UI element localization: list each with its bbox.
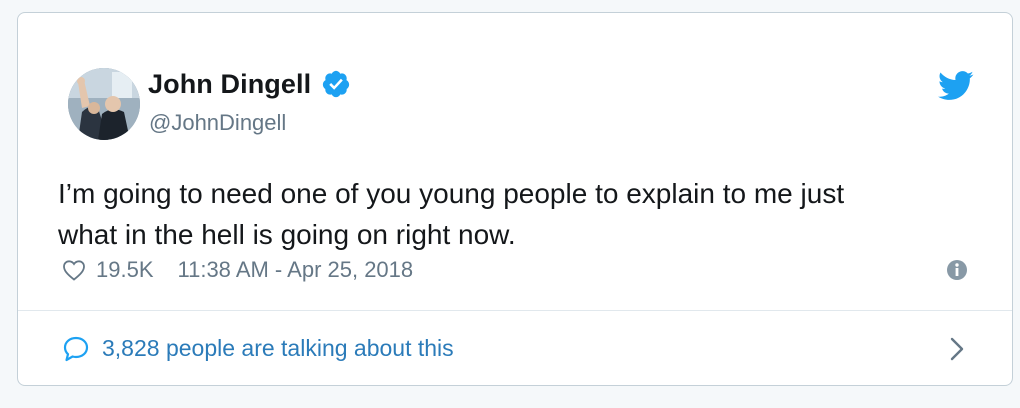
tweet-timestamp[interactable]: 11:38 AM - Apr 25, 2018	[178, 257, 414, 283]
author-handle[interactable]: @JohnDingell	[149, 110, 286, 136]
avatar[interactable]	[68, 68, 140, 140]
chevron-right-icon[interactable]	[948, 336, 966, 362]
like-count[interactable]: 19.5K	[96, 257, 154, 283]
author-name-row[interactable]: John Dingell	[148, 67, 351, 101]
twitter-bird-icon[interactable]	[938, 71, 974, 101]
conversation-link[interactable]: 3,828 people are talking about this	[18, 311, 1012, 385]
heart-icon[interactable]	[62, 259, 86, 281]
verified-badge-icon	[321, 69, 351, 99]
tweet-meta: 19.5K 11:38 AM - Apr 25, 2018	[62, 256, 413, 284]
info-icon[interactable]	[946, 259, 968, 281]
tweet-card[interactable]: John Dingell @JohnDingell I’m going to n…	[17, 12, 1013, 386]
author-name[interactable]: John Dingell	[148, 69, 311, 100]
reply-bubble-icon	[62, 335, 90, 363]
talking-count-link[interactable]: 3,828 people are talking about this	[102, 335, 454, 362]
tweet-text: I’m going to need one of you young peopl…	[58, 178, 845, 250]
